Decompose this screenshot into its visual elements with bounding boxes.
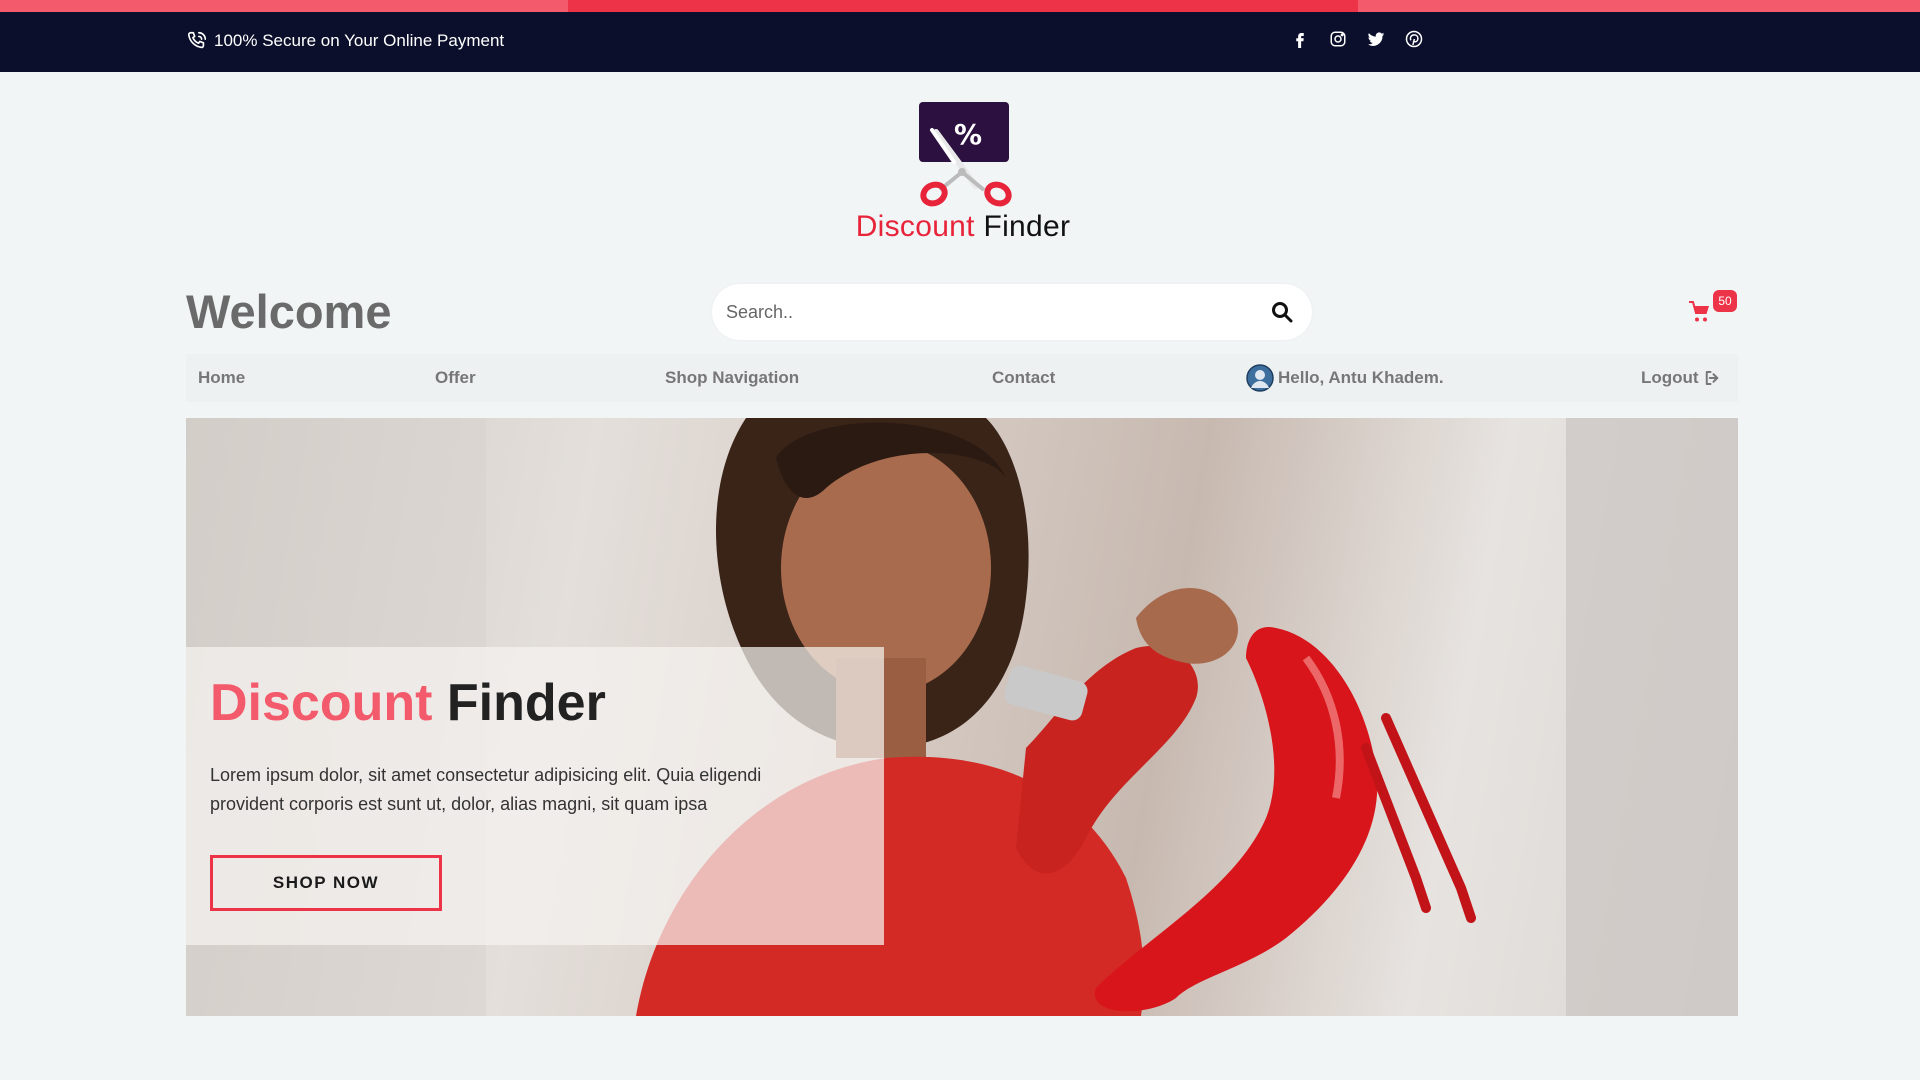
logo-word-discount: Discount	[855, 210, 975, 243]
nav-item-shop-navigation[interactable]: Shop Navigation	[665, 368, 799, 388]
logo-wordmark: Discount Finder	[838, 210, 1088, 244]
cart-icon	[1689, 301, 1709, 322]
logout-icon	[1705, 371, 1718, 385]
social-links	[1290, 28, 1424, 50]
secure-payment-notice: 100% Secure on Your Online Payment	[186, 30, 504, 52]
accent-strip	[0, 0, 1920, 12]
logo-word-finder: Finder	[983, 210, 1071, 243]
accent-strip-right	[1358, 0, 1920, 12]
hero-text-card: Discount Finder Lorem ipsum dolor, sit a…	[186, 647, 884, 945]
avatar	[1246, 364, 1274, 392]
pinterest-icon[interactable]	[1404, 28, 1424, 50]
nav-item-offer[interactable]: Offer	[435, 368, 476, 388]
cart-count-badge: 50	[1713, 290, 1737, 312]
site-logo[interactable]: % Discount Finder	[838, 100, 1088, 246]
nav-item-home[interactable]: Home	[198, 368, 245, 388]
hero-title-discount: Discount	[210, 674, 433, 732]
instagram-icon[interactable]	[1328, 28, 1348, 50]
facebook-icon[interactable]	[1290, 28, 1310, 50]
secure-payment-text: 100% Secure on Your Online Payment	[214, 31, 505, 50]
hero-title-finder: Finder	[446, 674, 606, 732]
main-navigation: Home Offer Shop Navigation Contact Hello…	[186, 354, 1738, 402]
logout-label: Logout	[1641, 368, 1699, 387]
phone-icon	[187, 31, 207, 49]
search-bar	[712, 284, 1312, 340]
nav-item-contact[interactable]: Contact	[992, 368, 1055, 388]
search-icon[interactable]	[1270, 300, 1294, 324]
accent-strip-center	[568, 0, 1358, 12]
hero-banner: Discount Finder Lorem ipsum dolor, sit a…	[186, 418, 1738, 1016]
welcome-heading: Welcome	[186, 285, 392, 338]
search-input[interactable]	[726, 284, 1226, 340]
logout-link[interactable]: Logout	[1641, 368, 1721, 388]
accent-strip-left	[0, 0, 568, 12]
scissors-percent-logo-icon: %	[919, 102, 1012, 207]
user-greeting-text: Hello, Antu Khadem.	[1278, 368, 1444, 387]
hero-title: Discount Finder	[210, 673, 606, 733]
user-greeting[interactable]: Hello, Antu Khadem.	[1246, 364, 1444, 392]
hero-description: Lorem ipsum dolor, sit amet consectetur …	[210, 765, 762, 814]
shop-now-button[interactable]: SHOP NOW	[210, 855, 442, 911]
twitter-icon[interactable]	[1366, 28, 1386, 50]
cart-button[interactable]: 50	[1688, 290, 1738, 330]
logo-percent-symbol: %	[954, 118, 982, 151]
top-bar: 100% Secure on Your Online Payment	[0, 12, 1920, 72]
